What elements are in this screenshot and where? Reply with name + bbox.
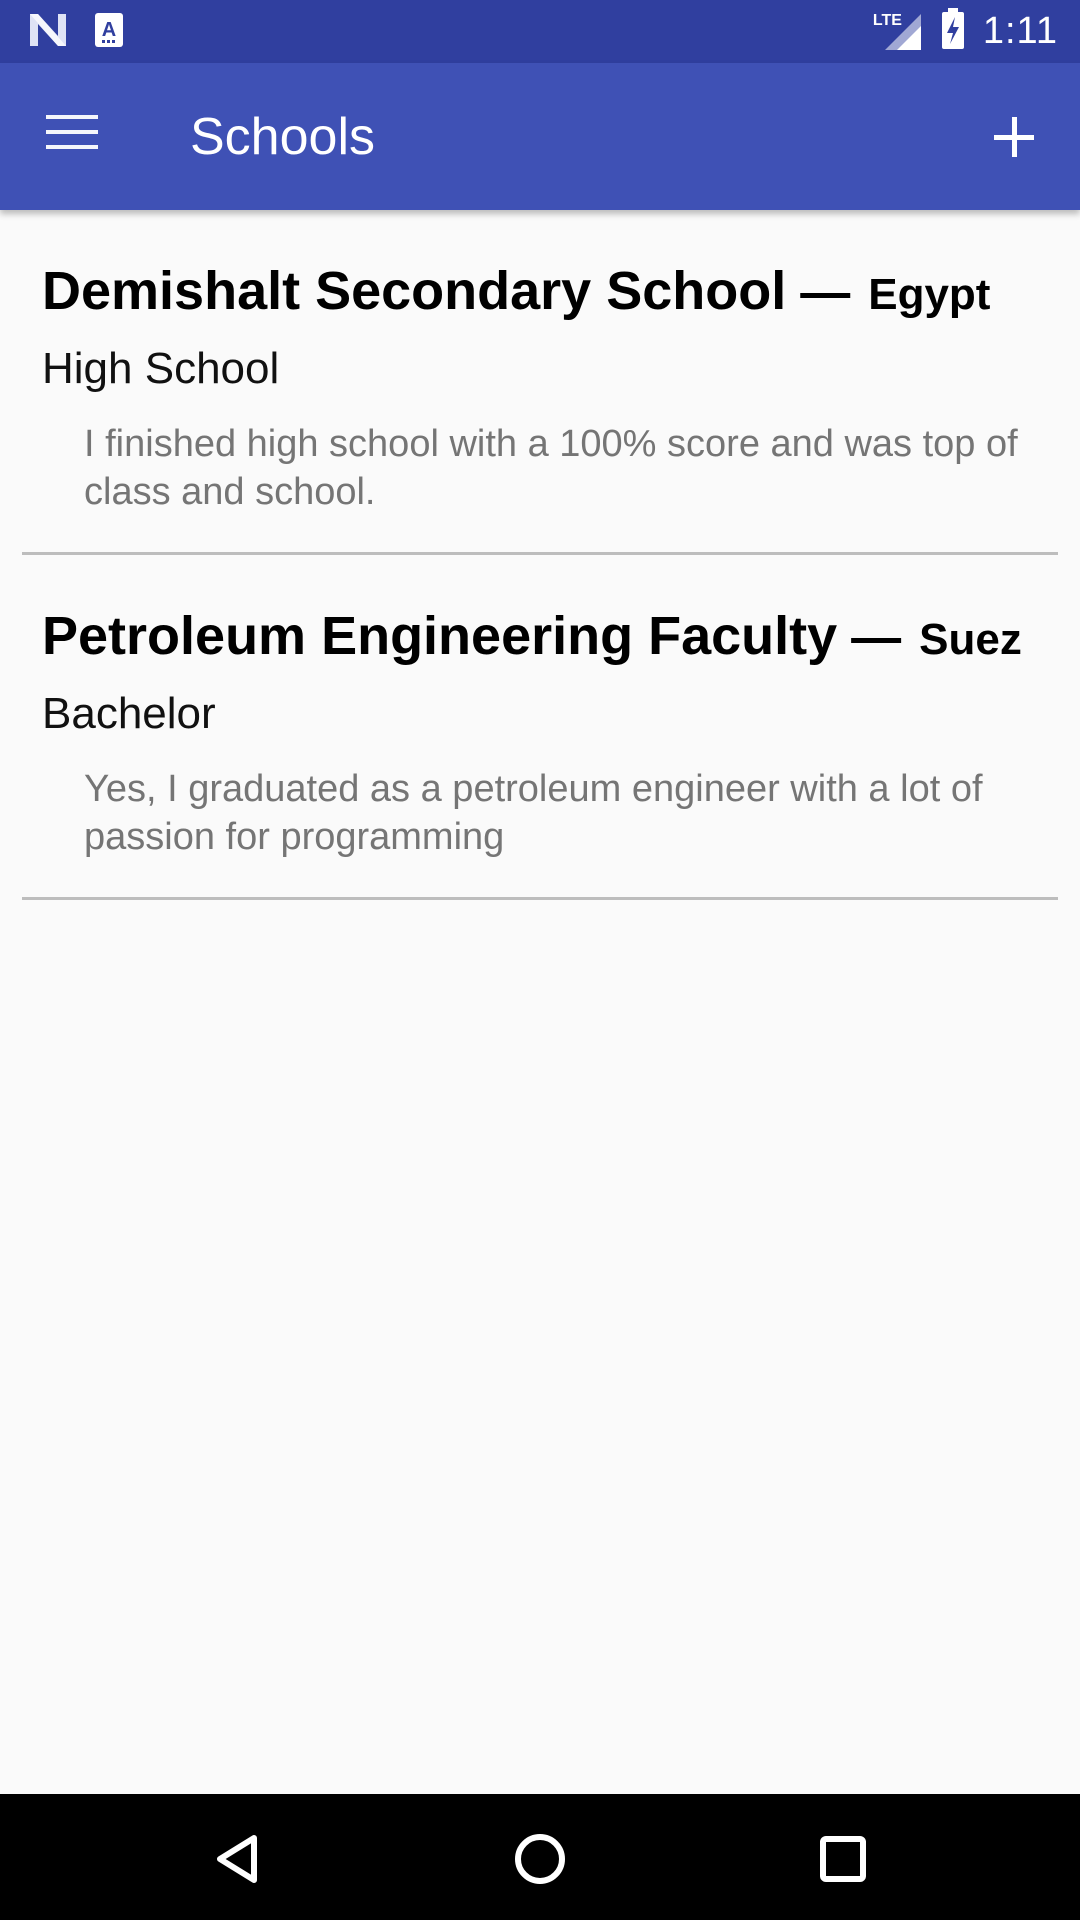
schools-list: Demishalt Secondary School — Egypt High … bbox=[0, 210, 1080, 900]
recents-icon[interactable] bbox=[808, 1824, 878, 1894]
school-name: Petroleum Engineering Faculty bbox=[42, 606, 838, 666]
svg-text:A: A bbox=[102, 19, 116, 41]
navigation-bar bbox=[0, 1794, 1080, 1920]
page-title: Schools bbox=[190, 108, 375, 166]
list-item[interactable]: Demishalt Secondary School — Egypt High … bbox=[22, 210, 1058, 555]
title-separator: — bbox=[851, 609, 902, 665]
app-bar: Schools bbox=[0, 63, 1080, 210]
status-bar: A LTE 1:11 bbox=[0, 0, 1080, 63]
school-degree: High School bbox=[42, 344, 280, 393]
school-description: I finished high school with a 100% score… bbox=[84, 423, 1018, 513]
back-icon[interactable] bbox=[202, 1824, 272, 1894]
item-title: Petroleum Engineering Faculty — Suez bbox=[42, 605, 1038, 667]
school-location: Egypt bbox=[868, 270, 991, 319]
battery-charging-icon bbox=[941, 8, 965, 55]
home-icon[interactable] bbox=[505, 1824, 575, 1894]
network-type-label: LTE bbox=[872, 11, 902, 29]
status-right-icons: LTE 1:11 bbox=[873, 8, 1058, 55]
school-description: Yes, I graduated as a petroleum engineer… bbox=[84, 768, 983, 858]
school-degree: Bachelor bbox=[42, 689, 216, 738]
title-separator: — bbox=[800, 264, 851, 320]
add-icon[interactable] bbox=[990, 113, 1038, 161]
school-name: Demishalt Secondary School bbox=[42, 261, 787, 321]
status-left-icons: A bbox=[28, 12, 124, 53]
keyboard-a-icon: A bbox=[94, 12, 124, 53]
notification-n-icon bbox=[28, 12, 68, 53]
status-time: 1:11 bbox=[982, 10, 1058, 52]
menu-icon[interactable] bbox=[46, 115, 98, 157]
signal-icon: LTE bbox=[873, 12, 923, 52]
list-item[interactable]: Petroleum Engineering Faculty — Suez Bac… bbox=[22, 555, 1058, 900]
school-location: Suez bbox=[919, 615, 1022, 664]
item-title: Demishalt Secondary School — Egypt bbox=[42, 260, 1038, 322]
